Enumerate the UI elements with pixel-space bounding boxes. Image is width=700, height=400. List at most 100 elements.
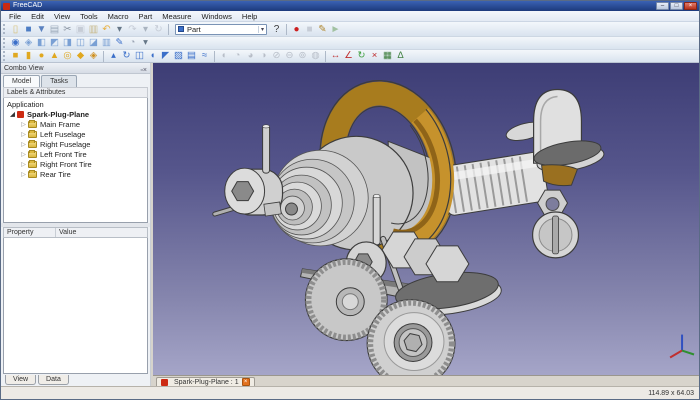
menu-edit[interactable]: Edit — [26, 11, 49, 22]
right-view-icon[interactable]: ◨ — [61, 37, 74, 49]
collapse-arrow-icon[interactable] — [20, 151, 27, 158]
tab-data[interactable]: Data — [38, 375, 69, 385]
refresh-measurement-icon[interactable]: ↻ — [355, 50, 368, 62]
copy-icon[interactable]: ▣ — [74, 23, 87, 36]
part-box-icon[interactable]: ■ — [9, 50, 22, 62]
tree-item-left-fuselage[interactable]: Left Fuselage — [4, 129, 147, 139]
cut-icon[interactable]: ✂ — [61, 23, 74, 36]
top-view-icon[interactable]: ◩ — [48, 37, 61, 49]
boolean-cut-icon[interactable]: ◔ — [231, 50, 244, 62]
cross-sections-icon[interactable]: ⊖ — [283, 50, 296, 62]
menu-part[interactable]: Part — [134, 11, 158, 22]
toolbar-grip[interactable] — [3, 51, 7, 61]
extrude-icon[interactable]: ▴ — [107, 50, 120, 62]
3d-viewport[interactable] — [153, 63, 699, 375]
save-file-icon[interactable]: ▼ — [35, 23, 48, 36]
workbench-selector[interactable]: Part ▾ — [175, 23, 267, 35]
axonometric-view-icon[interactable]: ◈ — [22, 37, 35, 49]
stop-macro-icon[interactable]: ■ — [303, 23, 316, 36]
new-file-icon[interactable]: ▯ — [9, 23, 22, 36]
menu-view[interactable]: View — [49, 11, 75, 22]
measure-linear-icon[interactable]: ↔ — [329, 50, 342, 62]
offset-icon[interactable]: ⊚ — [296, 50, 309, 62]
loft-icon[interactable]: ▤ — [185, 50, 198, 62]
value-column[interactable]: Value — [56, 228, 147, 237]
fit-all-icon[interactable]: ◉ — [9, 37, 22, 49]
boolean-common-icon[interactable]: ◑ — [257, 50, 270, 62]
clear-measurement-icon[interactable]: × — [368, 50, 381, 62]
tree-item-rear-tire[interactable]: Rear Tire — [4, 169, 147, 179]
tree-item-spark-plug-plane[interactable]: Spark-Plug-Plane — [4, 109, 147, 119]
redo-menu-arrow-icon[interactable]: ▾ — [139, 23, 152, 36]
menu-windows[interactable]: Windows — [196, 11, 236, 22]
tab-tasks[interactable]: Tasks — [41, 75, 77, 87]
rear-view-icon[interactable]: ◫ — [74, 37, 87, 49]
bottom-view-icon[interactable]: ◪ — [87, 37, 100, 49]
expand-arrow-icon[interactable] — [9, 111, 16, 118]
front-view-icon[interactable]: ◧ — [35, 37, 48, 49]
boolean-icon[interactable]: ◐ — [218, 50, 231, 62]
sweep-icon[interactable]: ≈ — [198, 50, 211, 62]
collapse-arrow-icon[interactable] — [20, 161, 27, 168]
undo-icon[interactable]: ↶ — [100, 23, 113, 36]
part-cylinder-icon[interactable]: ▮ — [22, 50, 35, 62]
collapse-arrow-icon[interactable] — [20, 171, 27, 178]
whats-this-icon[interactable]: ? — [270, 23, 283, 36]
property-column[interactable]: Property — [4, 228, 56, 237]
view-menu-arrow-icon[interactable]: ▾ — [139, 37, 152, 49]
tree-item-left-front-tire[interactable]: Left Front Tire — [4, 149, 147, 159]
toggle-3d-measurement-icon[interactable]: ▦ — [381, 50, 394, 62]
thickness-icon[interactable]: ◍ — [309, 50, 322, 62]
revolve-icon[interactable]: ↻ — [120, 50, 133, 62]
minimize-button[interactable]: – — [656, 2, 669, 10]
make-face-icon[interactable]: ▨ — [172, 50, 185, 62]
menu-measure[interactable]: Measure — [157, 11, 196, 22]
menu-file[interactable]: File — [4, 11, 26, 22]
collapse-arrow-icon[interactable] — [20, 121, 27, 128]
collapse-arrow-icon[interactable] — [20, 131, 27, 138]
close-button[interactable]: × — [684, 2, 697, 10]
close-panel-icon[interactable]: × — [143, 67, 147, 74]
record-macro-icon[interactable]: ● — [290, 23, 303, 36]
print-icon[interactable]: ▤ — [48, 23, 61, 36]
measure-angular-icon[interactable]: ∠ — [342, 50, 355, 62]
title-bar[interactable]: FreeCAD – □ × — [1, 1, 699, 11]
combo-view-header[interactable]: Combo View ▫× — [1, 63, 150, 74]
maximize-button[interactable]: □ — [670, 2, 683, 10]
toolbar-grip[interactable] — [3, 24, 7, 34]
tab-model[interactable]: Model — [3, 75, 41, 87]
refresh-icon[interactable]: ↻ — [152, 23, 165, 36]
menu-tools[interactable]: Tools — [75, 11, 103, 22]
tab-view[interactable]: View — [5, 375, 37, 385]
model-pin-mid[interactable] — [372, 194, 381, 246]
undo-menu-arrow-icon[interactable]: ▾ — [113, 23, 126, 36]
tree-item-right-front-tire[interactable]: Right Front Tire — [4, 159, 147, 169]
model-front-plug[interactable] — [212, 167, 284, 217]
model-pin-front[interactable] — [262, 124, 271, 174]
toolbar-grip[interactable] — [3, 38, 7, 48]
tree-item-main-frame[interactable]: Main Frame — [4, 119, 147, 129]
open-file-icon[interactable]: ■ — [22, 23, 35, 36]
part-sphere-icon[interactable]: ● — [35, 50, 48, 62]
part-primitives-icon[interactable]: ◆ — [74, 50, 87, 62]
collapse-arrow-icon[interactable] — [20, 141, 27, 148]
property-editor[interactable] — [3, 238, 148, 374]
menu-macro[interactable]: Macro — [103, 11, 134, 22]
spark-plug-plane-model[interactable] — [153, 63, 699, 375]
left-view-icon[interactable]: ▥ — [100, 37, 113, 49]
menu-help[interactable]: Help — [237, 11, 262, 22]
shape-builder-icon[interactable]: ◈ — [87, 50, 100, 62]
chevron-down-icon[interactable]: ▾ — [257, 25, 264, 33]
clipping-plane-icon[interactable]: ◔ — [126, 37, 139, 49]
fillet-icon[interactable]: ◖ — [146, 50, 159, 62]
tree-root-application[interactable]: Application — [4, 99, 147, 109]
close-document-icon[interactable]: × — [241, 378, 250, 386]
edit-macro-icon[interactable]: ✎ — [316, 23, 329, 36]
chamfer-icon[interactable]: ◤ — [159, 50, 172, 62]
boolean-union-icon[interactable]: ◕ — [244, 50, 257, 62]
part-cone-icon[interactable]: ▲ — [48, 50, 61, 62]
part-torus-icon[interactable]: ◎ — [61, 50, 74, 62]
tree-item-right-fuselage[interactable]: Right Fuselage — [4, 139, 147, 149]
redo-icon[interactable]: ↷ — [126, 23, 139, 36]
run-macro-icon[interactable]: ► — [329, 23, 342, 36]
